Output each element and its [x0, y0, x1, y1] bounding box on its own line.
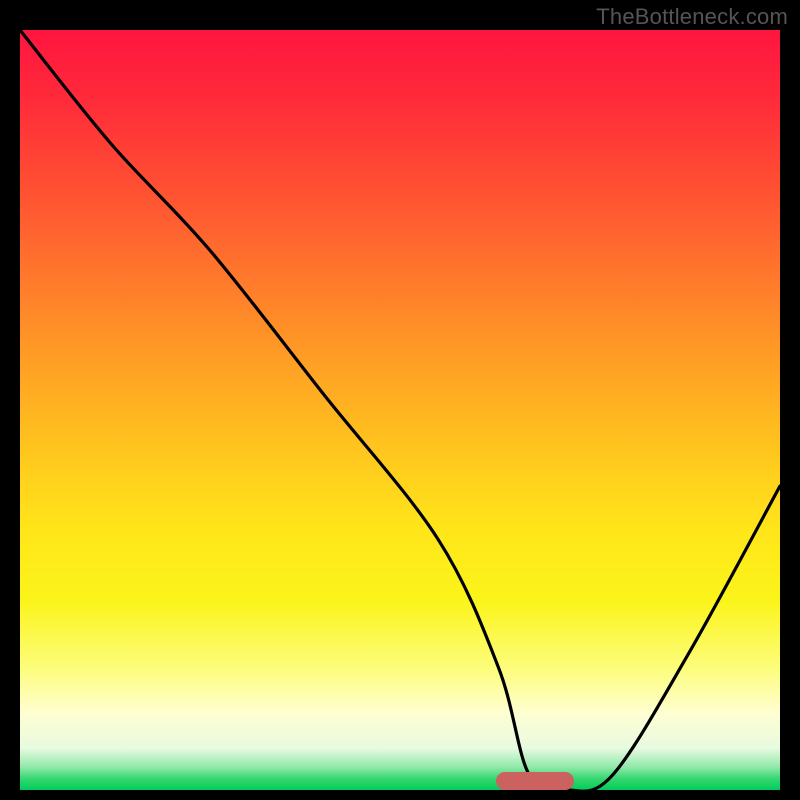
watermark-text: TheBottleneck.com — [596, 4, 788, 30]
bottleneck-chart-svg — [20, 30, 780, 790]
gradient-background — [20, 30, 780, 790]
chart-frame — [20, 30, 780, 790]
plot-area — [20, 30, 780, 790]
optimum-marker — [496, 772, 574, 790]
